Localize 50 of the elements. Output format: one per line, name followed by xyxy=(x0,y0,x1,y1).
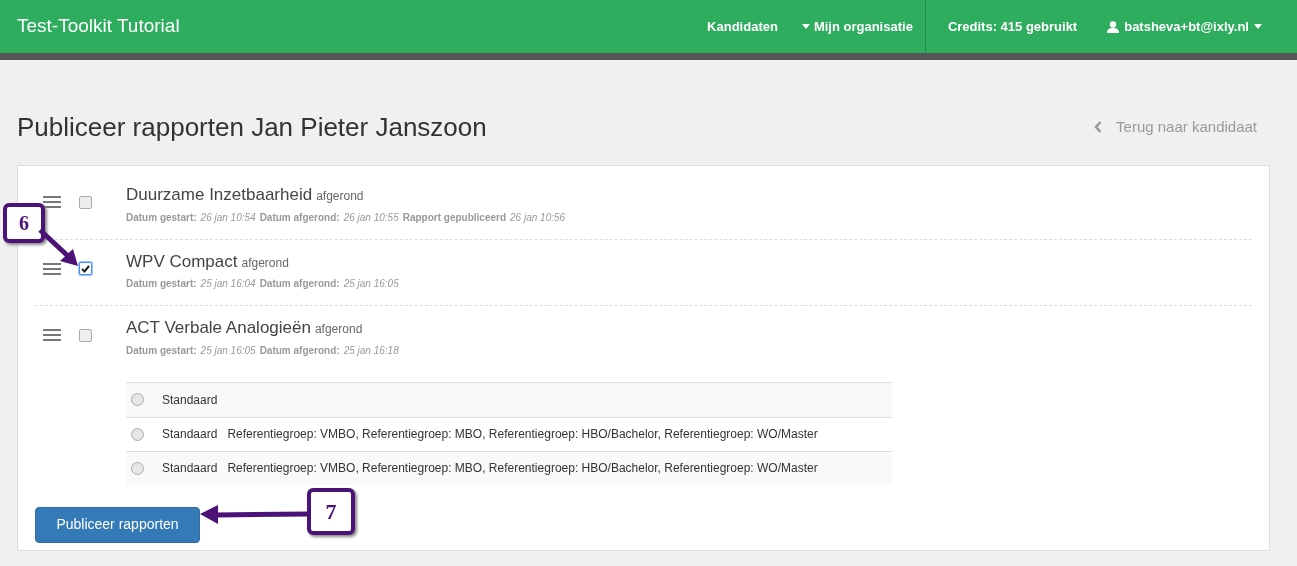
checkbox[interactable] xyxy=(79,262,92,275)
report-title: Duurzame Inzetbaarheid xyxy=(126,184,313,206)
meta-value: 26 jan 10:54 xyxy=(200,210,256,225)
meta-value: 26 jan 10:55 xyxy=(343,210,399,225)
norm-label: Standaard xyxy=(162,391,218,409)
report-title: WPV Compact xyxy=(126,250,238,273)
drag-handle-icon[interactable] xyxy=(43,196,61,208)
norm-option-row[interactable]: Standaard xyxy=(126,382,892,417)
callout-badge: 6 xyxy=(3,203,45,243)
checkbox[interactable] xyxy=(79,328,92,342)
norm-label: Standaard xyxy=(162,460,218,477)
meta-label: Datum gestart: xyxy=(126,343,197,358)
drag-handle-icon[interactable] xyxy=(43,329,61,341)
brand-link[interactable]: Test-Toolkit Tutorial xyxy=(17,12,180,41)
page-title: Publiceer rapporten Jan Pieter Janszoon xyxy=(17,110,487,144)
caret-icon xyxy=(801,24,810,29)
caret-icon xyxy=(1254,24,1262,29)
back-link[interactable]: Terug naar kandidaat xyxy=(1094,115,1257,139)
norm-label: Standaard xyxy=(162,426,218,443)
meta-label: Datum gestart: xyxy=(126,210,197,225)
meta-label: Datum afgerond: xyxy=(259,343,340,358)
reference-groups: Referentiegroep: VMBO, Referentiegroep: MBO, Referentiegroep: HBO/Bachelor, Referentiegroep: WO/Master xyxy=(227,459,818,477)
chevron-left-icon xyxy=(1094,121,1103,133)
report-title: ACT Verbale Analogieën xyxy=(126,317,311,339)
meta-label: Datum afgerond: xyxy=(259,210,340,225)
nav-link[interactable]: Kandidaten xyxy=(695,16,790,37)
publish-button[interactable]: Publiceer rapporten xyxy=(35,506,200,543)
radio-button[interactable] xyxy=(131,427,144,441)
drag-handle-icon[interactable] xyxy=(43,262,61,275)
reference-groups: Referentiegroep: VMBO, Referentiegroep: MBO, Referentiegroep: HBO/Bachelor, Referentiegroep: WO/Master xyxy=(227,425,818,443)
status-label: afgerond xyxy=(241,254,289,272)
status-label: afgerond xyxy=(314,321,363,338)
radio-button[interactable] xyxy=(131,461,144,475)
callout-badge: 7 xyxy=(307,488,355,535)
credits-text: Credits: 415 gebruikt xyxy=(946,17,1079,36)
norm-option-row[interactable]: Standaard Referentiegroep: VMBO, Referentiegroep: MBO, Referentiegroep: HBO/Bachelor, Referentiegroep: WO/Master xyxy=(126,450,892,485)
nav-link[interactable]: Mijn organisatie xyxy=(789,16,925,37)
meta-label: Datum gestart: xyxy=(126,277,197,291)
meta-value: 25 jan 16:05 xyxy=(200,343,256,358)
meta-label: Datum afgerond: xyxy=(259,277,340,291)
checkbox[interactable] xyxy=(79,195,92,209)
meta-label: Rapport gepubliceerd xyxy=(402,210,507,225)
status-label: afgerond xyxy=(316,188,364,205)
user-icon xyxy=(1107,20,1120,33)
meta-value: 25 jan 16:18 xyxy=(343,343,399,358)
meta-value: 25 jan 16:04 xyxy=(200,277,256,291)
radio-button[interactable] xyxy=(131,393,144,406)
meta-value: 25 jan 16:05 xyxy=(343,277,399,291)
user-menu[interactable]: batsheva+bt@ixly.nl xyxy=(1099,16,1297,37)
meta-value: 26 jan 10:56 xyxy=(510,210,566,225)
